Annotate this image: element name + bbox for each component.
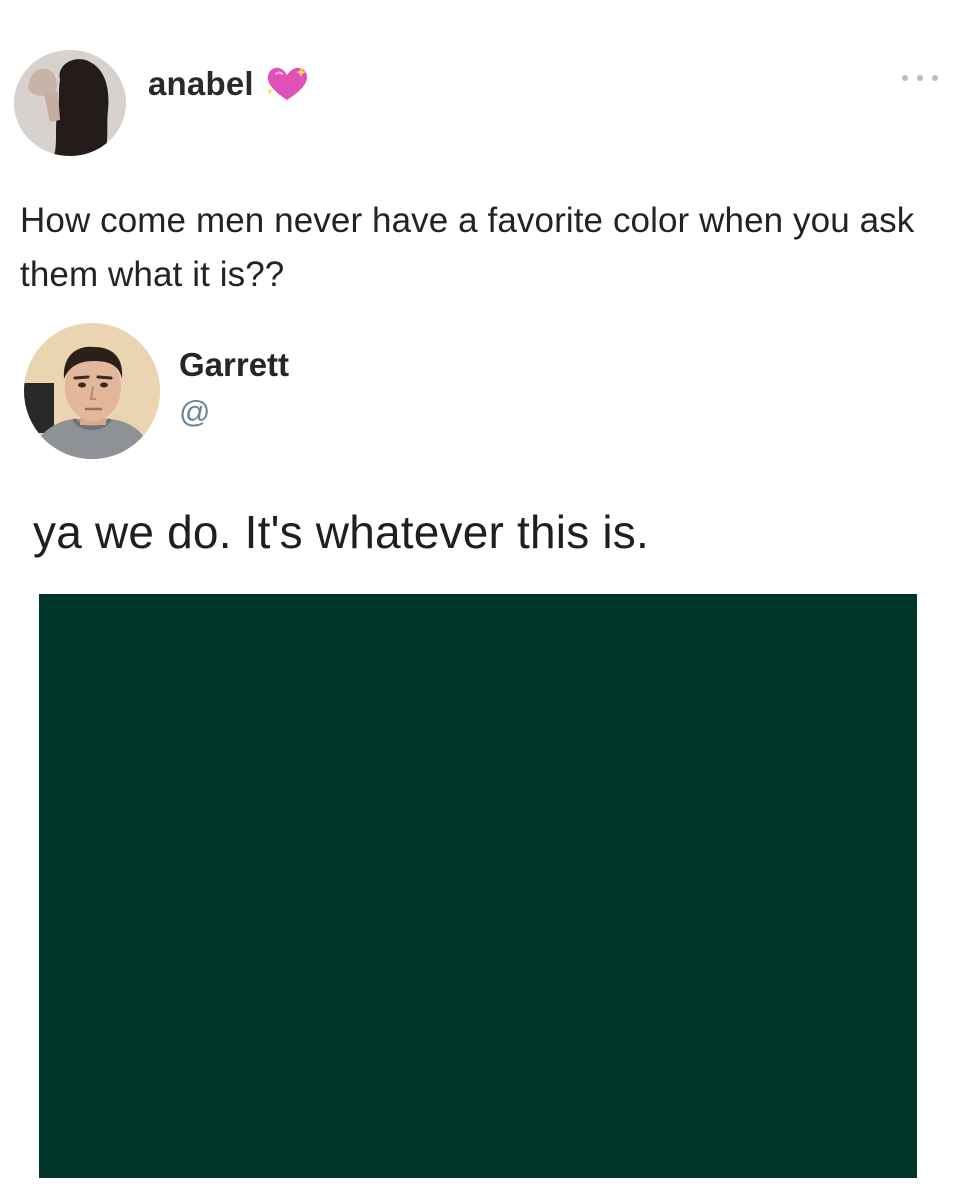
garrett-avatar-image bbox=[24, 323, 160, 459]
anabel-name-row: anabel bbox=[148, 64, 310, 104]
sparkling-heart-icon bbox=[264, 64, 310, 104]
anabel-avatar[interactable] bbox=[14, 50, 126, 156]
more-options-dot bbox=[902, 75, 908, 81]
reply-post-text: ya we do. It's whatever this is. bbox=[33, 506, 649, 558]
attached-color-image[interactable] bbox=[39, 594, 917, 1178]
reply-author-handle[interactable]: @ bbox=[179, 394, 210, 430]
original-post-text: How come men never have a favorite color… bbox=[20, 201, 915, 294]
reply-author-name[interactable]: Garrett bbox=[179, 346, 289, 384]
garrett-avatar[interactable] bbox=[24, 323, 160, 459]
more-options-dot bbox=[917, 75, 923, 81]
anabel-avatar-image bbox=[14, 50, 126, 156]
original-post-header: anabel bbox=[14, 50, 944, 156]
original-post-author-name[interactable]: anabel bbox=[148, 65, 254, 103]
more-options-icon[interactable] bbox=[902, 72, 938, 84]
more-options-dot bbox=[932, 75, 938, 81]
